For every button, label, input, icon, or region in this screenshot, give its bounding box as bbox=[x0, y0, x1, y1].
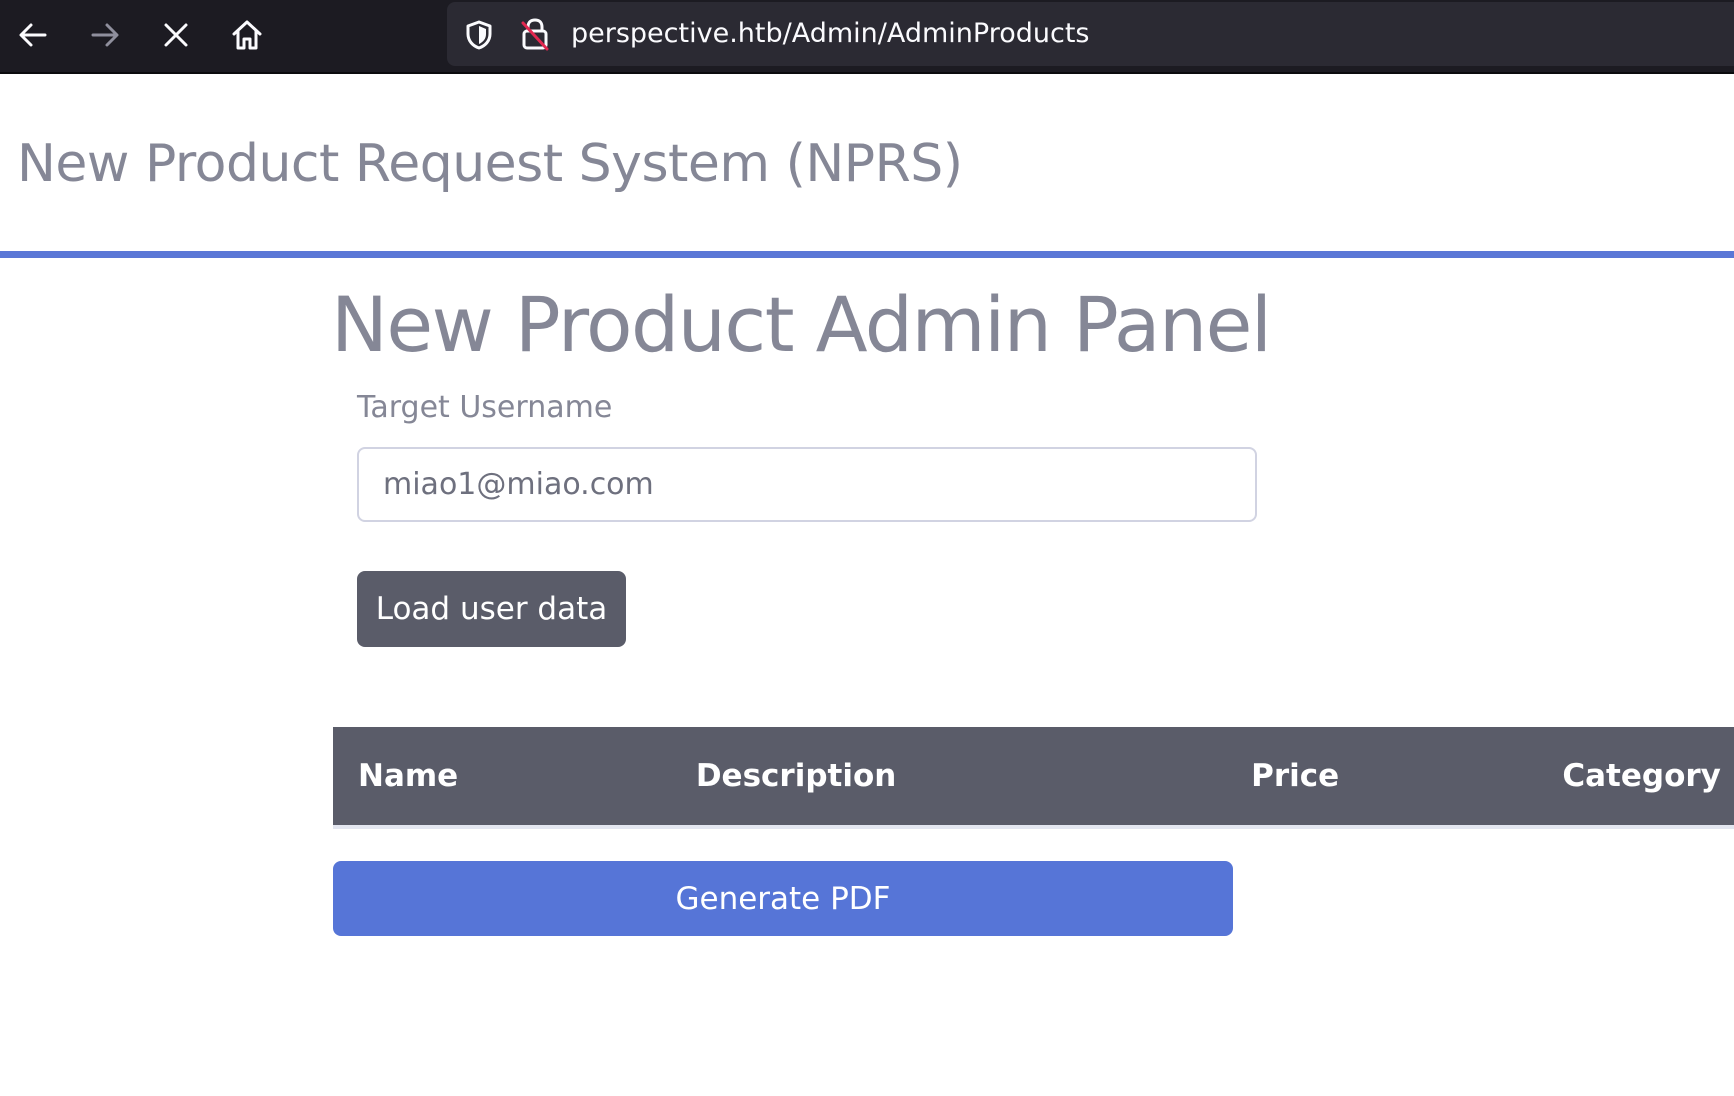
address-bar[interactable]: perspective.htb/Admin/AdminProducts bbox=[447, 2, 1734, 66]
header-divider bbox=[0, 251, 1734, 258]
back-button[interactable] bbox=[15, 17, 51, 53]
target-username-label: Target Username bbox=[357, 390, 613, 425]
load-user-data-button[interactable]: Load user data bbox=[357, 571, 626, 647]
stop-loading-icon bbox=[164, 23, 188, 47]
table-header-row: Name Description Price Category bbox=[333, 727, 1734, 829]
url-text[interactable]: perspective.htb/Admin/AdminProducts bbox=[571, 19, 1089, 49]
back-arrow-icon bbox=[19, 23, 47, 47]
column-header-price: Price bbox=[1251, 727, 1563, 829]
forward-button[interactable] bbox=[87, 17, 123, 53]
browser-toolbar: perspective.htb/Admin/AdminProducts bbox=[0, 0, 1734, 74]
site-title: New Product Request System (NPRS) bbox=[17, 134, 963, 194]
stop-button[interactable] bbox=[158, 17, 194, 53]
products-table: Name Description Price Category bbox=[333, 727, 1734, 829]
shield-icon[interactable] bbox=[463, 19, 495, 51]
page-title: New Product Admin Panel bbox=[331, 280, 1272, 369]
forward-arrow-icon bbox=[91, 23, 119, 47]
column-header-name: Name bbox=[333, 727, 696, 829]
generate-pdf-button[interactable]: Generate PDF bbox=[333, 861, 1233, 936]
column-header-description: Description bbox=[695, 727, 1252, 829]
home-icon bbox=[232, 20, 262, 50]
home-button[interactable] bbox=[229, 17, 265, 53]
target-username-input[interactable] bbox=[357, 447, 1257, 522]
insecure-lock-icon[interactable] bbox=[519, 17, 551, 51]
column-header-category: Category bbox=[1562, 727, 1734, 829]
